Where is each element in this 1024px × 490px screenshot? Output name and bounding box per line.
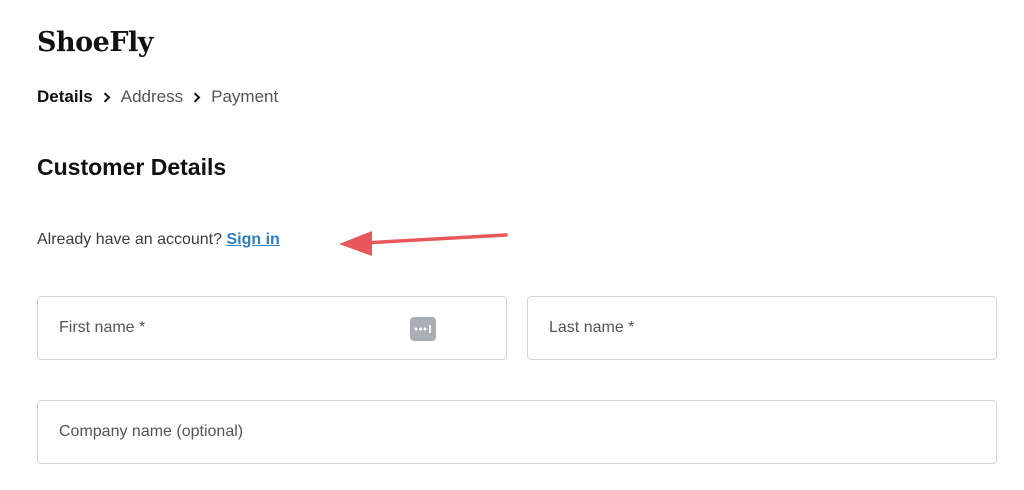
password-dots-icon[interactable] [410, 317, 436, 341]
first-name-placeholder: First name * [59, 319, 146, 336]
breadcrumb: Details Address Payment [37, 87, 278, 107]
arrow-left-icon [339, 231, 508, 256]
first-name-field[interactable]: First name * [37, 296, 507, 360]
last-name-field[interactable]: Last name * [527, 296, 997, 360]
account-prompt-text: Already have an account? [37, 231, 223, 248]
last-name-placeholder: Last name * [549, 319, 635, 336]
chevron-right-icon [183, 91, 211, 103]
shoefly-logo[interactable]: ShoeFly [37, 27, 153, 58]
breadcrumb-step-details: Details [37, 87, 93, 106]
page-title: Customer Details [37, 154, 227, 180]
company-name-field[interactable]: Company name (optional) [37, 400, 997, 464]
company-name-placeholder: Company name (optional) [59, 423, 244, 440]
account-prompt: Already have an account? Sign in [37, 231, 280, 249]
sign-in-link[interactable]: Sign in [226, 231, 279, 248]
chevron-right-icon [93, 91, 121, 103]
breadcrumb-step-address[interactable]: Address [121, 87, 183, 107]
breadcrumb-step-payment[interactable]: Payment [211, 87, 278, 107]
